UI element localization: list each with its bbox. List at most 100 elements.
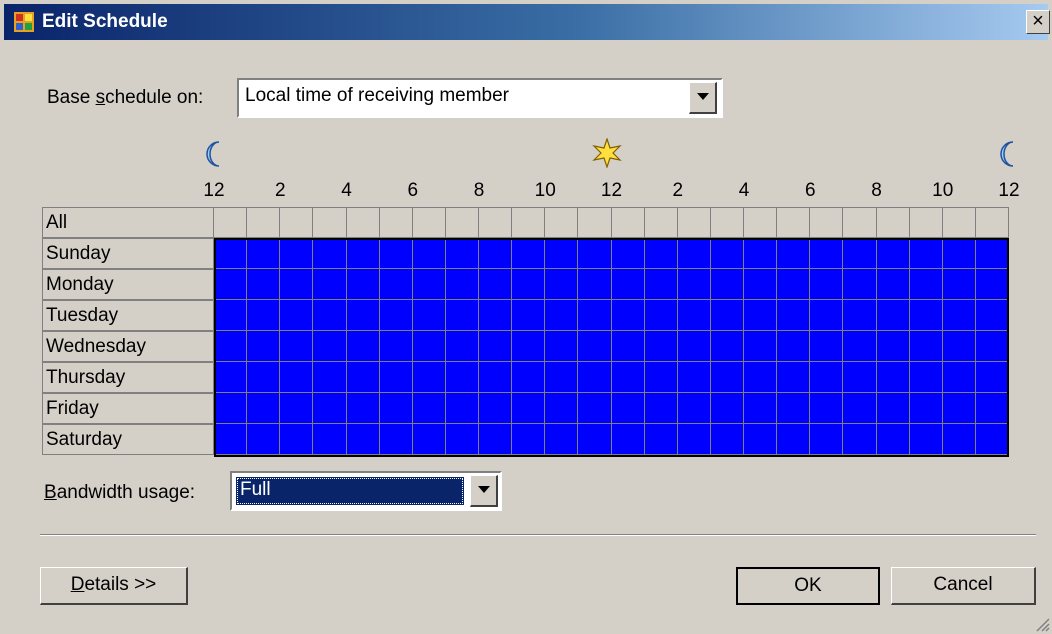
hour-column-header[interactable] xyxy=(810,207,844,238)
schedule-cell[interactable] xyxy=(512,238,546,269)
schedule-cell[interactable] xyxy=(445,393,479,424)
schedule-cell[interactable] xyxy=(412,424,446,455)
hour-column-header[interactable] xyxy=(777,207,811,238)
schedule-cell[interactable] xyxy=(214,238,248,269)
title-bar[interactable]: Edit Schedule × xyxy=(4,4,1050,40)
schedule-cell[interactable] xyxy=(876,238,910,269)
schedule-cell[interactable] xyxy=(975,362,1009,393)
schedule-cell[interactable] xyxy=(479,393,513,424)
schedule-cell[interactable] xyxy=(214,424,248,455)
schedule-cell[interactable] xyxy=(677,300,711,331)
schedule-cell[interactable] xyxy=(545,424,579,455)
schedule-cell[interactable] xyxy=(346,238,380,269)
ok-button[interactable]: OK xyxy=(736,567,880,605)
schedule-cell[interactable] xyxy=(644,269,678,300)
schedule-cell[interactable] xyxy=(975,424,1009,455)
schedule-cell[interactable] xyxy=(876,331,910,362)
schedule-cell[interactable] xyxy=(313,238,347,269)
schedule-cell[interactable] xyxy=(479,331,513,362)
schedule-cell[interactable] xyxy=(479,300,513,331)
schedule-cell[interactable] xyxy=(644,331,678,362)
schedule-cell[interactable] xyxy=(810,300,844,331)
base-schedule-select[interactable]: Local time of receiving member xyxy=(237,78,723,118)
schedule-cell[interactable] xyxy=(975,331,1009,362)
schedule-cell[interactable] xyxy=(810,331,844,362)
schedule-cell[interactable] xyxy=(744,300,778,331)
hour-column-header[interactable] xyxy=(379,207,413,238)
schedule-cell[interactable] xyxy=(512,424,546,455)
schedule-cell[interactable] xyxy=(313,362,347,393)
schedule-cell[interactable] xyxy=(644,424,678,455)
schedule-cell[interactable] xyxy=(810,393,844,424)
schedule-cell[interactable] xyxy=(611,362,645,393)
schedule-cell[interactable] xyxy=(777,393,811,424)
schedule-cell[interactable] xyxy=(810,238,844,269)
schedule-cell[interactable] xyxy=(909,238,943,269)
schedule-cell[interactable] xyxy=(379,424,413,455)
schedule-cell[interactable] xyxy=(876,269,910,300)
schedule-cell[interactable] xyxy=(644,300,678,331)
schedule-cell[interactable] xyxy=(710,238,744,269)
schedule-cell[interactable] xyxy=(313,331,347,362)
schedule-cell[interactable] xyxy=(280,238,314,269)
schedule-cell[interactable] xyxy=(412,362,446,393)
all-row-label[interactable]: All xyxy=(42,207,214,238)
schedule-cell[interactable] xyxy=(876,424,910,455)
schedule-cell[interactable] xyxy=(942,424,976,455)
schedule-cell[interactable] xyxy=(843,393,877,424)
schedule-cell[interactable] xyxy=(777,238,811,269)
hour-column-header[interactable] xyxy=(545,207,579,238)
schedule-cell[interactable] xyxy=(578,362,612,393)
schedule-cell[interactable] xyxy=(412,238,446,269)
day-row-label[interactable]: Thursday xyxy=(42,362,214,393)
schedule-cell[interactable] xyxy=(280,331,314,362)
hour-column-header[interactable] xyxy=(975,207,1009,238)
schedule-cell[interactable] xyxy=(942,238,976,269)
schedule-cell[interactable] xyxy=(445,362,479,393)
schedule-cell[interactable] xyxy=(247,424,281,455)
schedule-cell[interactable] xyxy=(777,424,811,455)
schedule-cell[interactable] xyxy=(777,331,811,362)
schedule-cell[interactable] xyxy=(710,300,744,331)
hour-column-header[interactable] xyxy=(611,207,645,238)
schedule-cell[interactable] xyxy=(247,300,281,331)
schedule-cell[interactable] xyxy=(611,331,645,362)
schedule-cell[interactable] xyxy=(379,238,413,269)
schedule-cell[interactable] xyxy=(545,300,579,331)
schedule-cell[interactable] xyxy=(512,300,546,331)
schedule-cell[interactable] xyxy=(677,424,711,455)
schedule-cell[interactable] xyxy=(975,269,1009,300)
schedule-cell[interactable] xyxy=(545,331,579,362)
schedule-cell[interactable] xyxy=(644,393,678,424)
schedule-cell[interactable] xyxy=(975,238,1009,269)
day-row-label[interactable]: Tuesday xyxy=(42,300,214,331)
schedule-cell[interactable] xyxy=(379,300,413,331)
schedule-cell[interactable] xyxy=(744,238,778,269)
schedule-cell[interactable] xyxy=(280,424,314,455)
schedule-cell[interactable] xyxy=(313,424,347,455)
schedule-cell[interactable] xyxy=(909,300,943,331)
hour-column-header[interactable] xyxy=(710,207,744,238)
schedule-cell[interactable] xyxy=(214,331,248,362)
schedule-cell[interactable] xyxy=(909,393,943,424)
schedule-cell[interactable] xyxy=(346,269,380,300)
schedule-cell[interactable] xyxy=(909,362,943,393)
schedule-cell[interactable] xyxy=(578,269,612,300)
schedule-cell[interactable] xyxy=(445,300,479,331)
schedule-cell[interactable] xyxy=(876,300,910,331)
schedule-cell[interactable] xyxy=(644,238,678,269)
schedule-cell[interactable] xyxy=(578,331,612,362)
schedule-cell[interactable] xyxy=(412,331,446,362)
schedule-cell[interactable] xyxy=(379,393,413,424)
schedule-cell[interactable] xyxy=(479,424,513,455)
base-schedule-dropdown-button[interactable] xyxy=(689,82,717,114)
schedule-cell[interactable] xyxy=(677,331,711,362)
schedule-cell[interactable] xyxy=(710,331,744,362)
schedule-cell[interactable] xyxy=(313,269,347,300)
schedule-cell[interactable] xyxy=(909,331,943,362)
hour-column-header[interactable] xyxy=(247,207,281,238)
schedule-cell[interactable] xyxy=(810,362,844,393)
schedule-cell[interactable] xyxy=(512,393,546,424)
day-row-label[interactable]: Friday xyxy=(42,393,214,424)
schedule-cell[interactable] xyxy=(975,300,1009,331)
